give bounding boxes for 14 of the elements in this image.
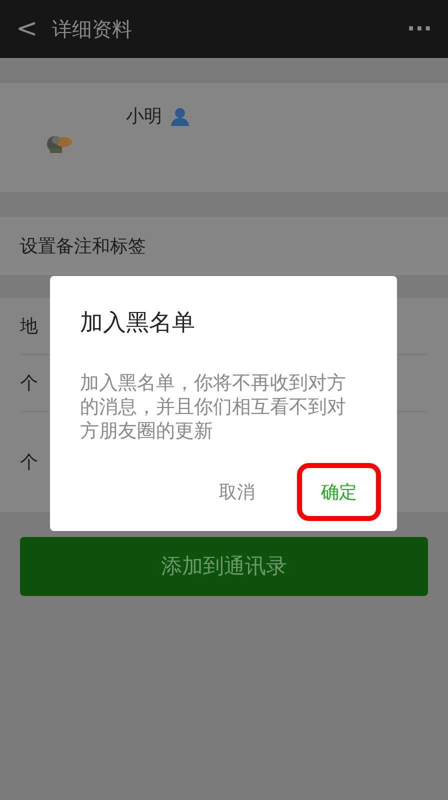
settings-row[interactable]: 设置备注和标签 [0, 217, 448, 275]
cancel-button[interactable]: 取消 [195, 463, 279, 521]
dialog-title: 加入黑名单 [80, 309, 195, 338]
more-button[interactable]: ··· [406, 12, 432, 46]
page-title: 详细资料 [52, 16, 132, 43]
add-contact-button[interactable]: 添加到通讯录 [20, 537, 428, 596]
dialog-message: 加入黑名单，你将不再收到对方的消息，并且你们相互看不到对方朋友圈的更新 [80, 371, 347, 443]
row-label: 地 [20, 314, 38, 338]
person-icon [170, 106, 190, 126]
row-label: 个 [20, 372, 38, 396]
confirm-button[interactable]: 确定 [297, 463, 381, 521]
contact-name: 小明 [126, 105, 162, 129]
row-label: 个 [20, 450, 38, 474]
back-button[interactable]: < [16, 10, 40, 48]
